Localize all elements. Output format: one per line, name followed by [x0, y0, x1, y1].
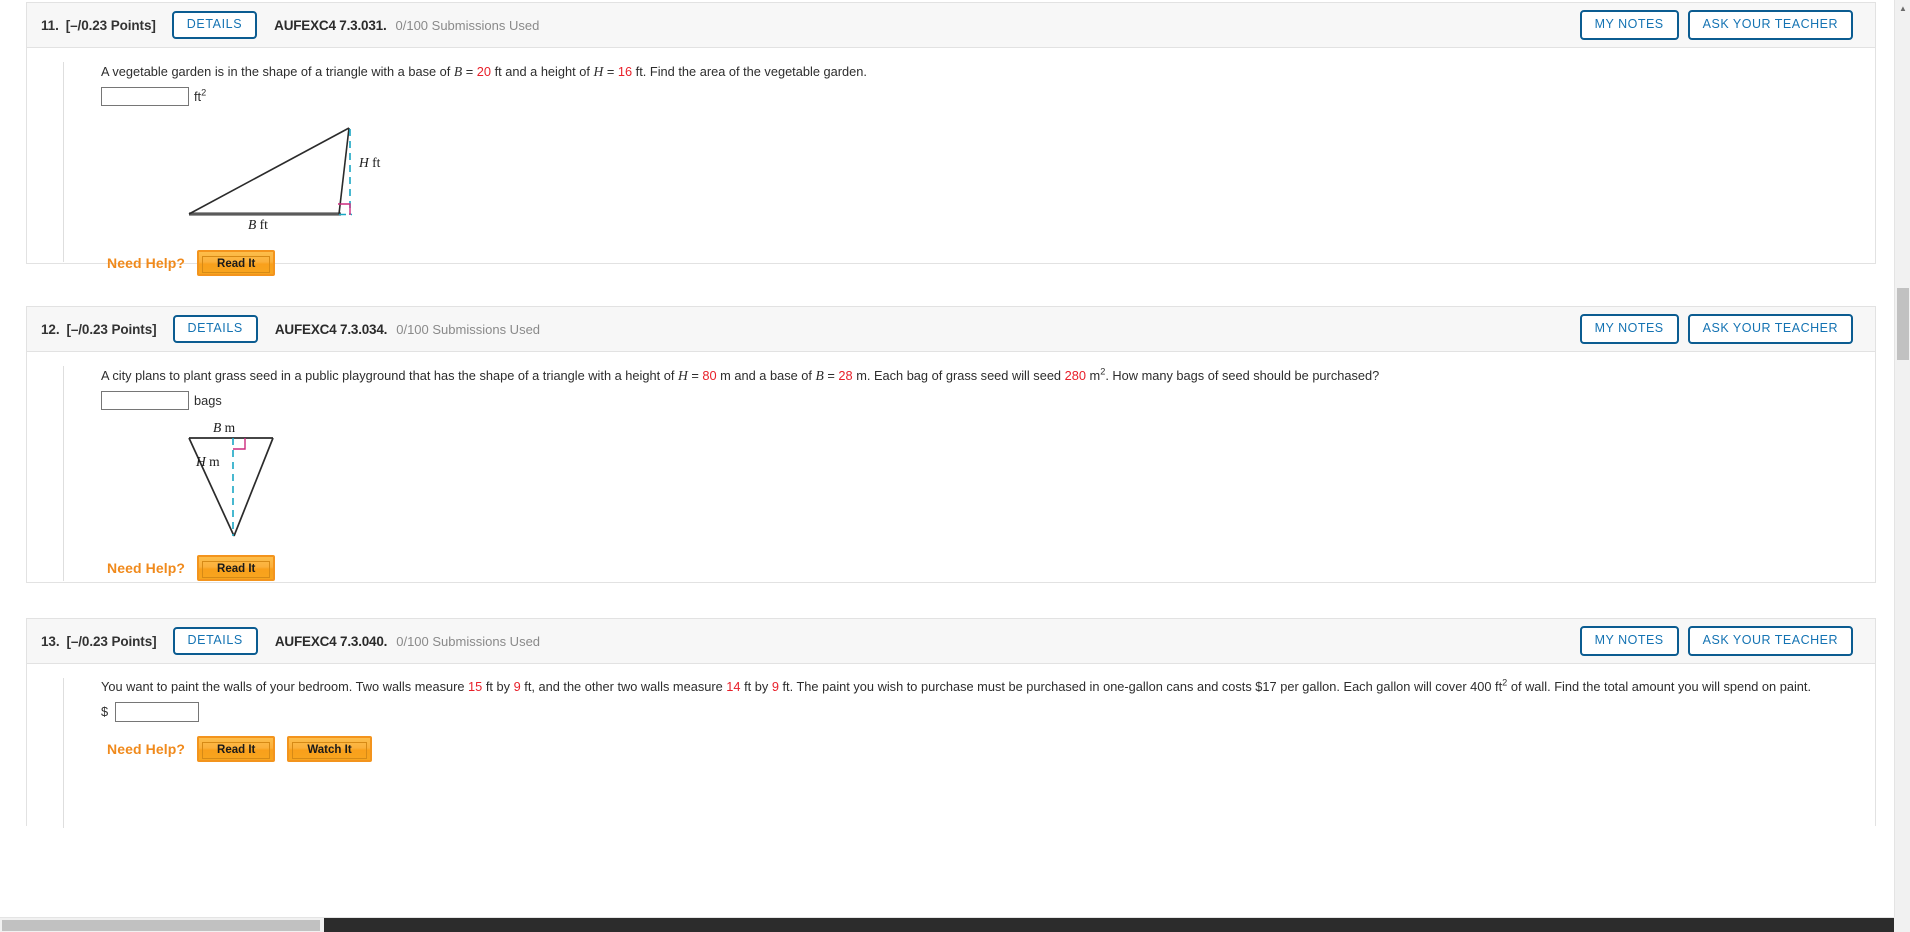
details-button[interactable]: DETAILS	[172, 315, 258, 343]
horizontal-scrollbar[interactable]	[0, 917, 1894, 932]
dollar-prefix: $	[101, 704, 109, 720]
read-it-button[interactable]: Read It	[197, 554, 276, 581]
answer-input[interactable]	[101, 86, 189, 106]
ask-your-teacher-button[interactable]: ASK YOUR TEACHER	[1687, 314, 1853, 344]
read-it-label: Read It	[202, 560, 271, 578]
question-inner-13: You want to paint the walls of your bedr…	[63, 678, 1875, 828]
problem-statement: A vegetable garden is in the shape of a …	[101, 64, 867, 79]
horizontal-scrollbar-thumb[interactable]	[2, 920, 320, 931]
watch-it-button[interactable]: Watch It	[287, 735, 372, 762]
submissions-used: 0/100 Submissions Used	[396, 633, 541, 649]
question-points: [–/0.23 Points]	[66, 321, 157, 337]
question-card-11: 11. [–/0.23 Points] DETAILS AUFEXC4 7.3.…	[26, 2, 1876, 276]
answer-unit: bags	[194, 392, 222, 408]
read-it-button[interactable]: Read It	[197, 249, 276, 276]
question-inner-12: A city plans to plant grass seed in a pu…	[63, 366, 1875, 581]
inverted-triangle-diagram-svg: B m H m	[188, 420, 274, 537]
figure-triangle-right-scalene: B ft H ft	[101, 116, 1875, 236]
answer-input[interactable]	[115, 701, 200, 722]
question-code: AUFEXC4 7.3.040.	[274, 633, 388, 649]
my-notes-button[interactable]: MY NOTES	[1579, 314, 1679, 344]
need-help-label: Need Help?	[107, 559, 186, 576]
question-header-12: 12. [–/0.23 Points] DETAILS AUFEXC4 7.3.…	[27, 307, 1875, 352]
page-root: 11. [–/0.23 Points] DETAILS AUFEXC4 7.3.…	[0, 0, 1910, 932]
svg-text:H m: H m	[195, 454, 220, 469]
need-help-row: Need Help? Read It	[101, 554, 1875, 581]
question-header-11: 11. [–/0.23 Points] DETAILS AUFEXC4 7.3.…	[27, 3, 1875, 48]
answer-row: $	[101, 701, 1875, 722]
problem-statement: You want to paint the walls of your bedr…	[101, 677, 1812, 694]
svg-text:B ft: B ft	[248, 217, 268, 231]
read-it-button[interactable]: Read It	[197, 735, 276, 762]
vertical-scrollbar[interactable]: ▲ ▼	[1894, 0, 1910, 932]
my-notes-button[interactable]: MY NOTES	[1579, 10, 1679, 40]
horizontal-scrollbar-track-remainder[interactable]	[324, 918, 1894, 932]
figure-triangle-inverted: B m H m	[101, 416, 1875, 549]
answer-unit: ft2	[194, 87, 207, 104]
header-actions: MY NOTES ASK YOUR TEACHER	[1579, 10, 1853, 40]
need-help-row: Need Help? Read It	[101, 249, 1875, 276]
question-number: 12.	[41, 321, 60, 337]
question-number: 13.	[41, 633, 60, 649]
triangle-diagram-svg: B ft H ft	[188, 126, 381, 232]
header-actions: MY NOTES ASK YOUR TEACHER	[1579, 314, 1853, 344]
ask-your-teacher-button[interactable]: ASK YOUR TEACHER	[1687, 10, 1853, 40]
scroll-up-arrow-icon[interactable]: ▲	[1895, 0, 1910, 16]
question-body-12: A city plans to plant grass seed in a pu…	[27, 352, 1875, 582]
question-inner-11: A vegetable garden is in the shape of a …	[63, 62, 1875, 276]
submissions-used: 0/100 Submissions Used	[396, 321, 541, 337]
question-points: [–/0.23 Points]	[66, 633, 157, 649]
vertical-scrollbar-thumb[interactable]	[1897, 288, 1909, 360]
my-notes-button[interactable]: MY NOTES	[1579, 626, 1679, 656]
details-button[interactable]: DETAILS	[171, 11, 258, 39]
need-help-label: Need Help?	[107, 740, 186, 757]
question-code: AUFEXC4 7.3.031.	[274, 17, 387, 33]
question-header-13: 13. [–/0.23 Points] DETAILS AUFEXC4 7.3.…	[27, 619, 1875, 664]
header-actions: MY NOTES ASK YOUR TEACHER	[1579, 626, 1853, 656]
details-button[interactable]: DETAILS	[172, 627, 258, 655]
question-code: AUFEXC4 7.3.034.	[274, 321, 388, 337]
answer-input[interactable]	[101, 390, 189, 410]
svg-text:H ft: H ft	[358, 155, 381, 170]
need-help-label: Need Help?	[107, 254, 186, 271]
question-number: 11.	[41, 17, 59, 33]
read-it-label: Read It	[202, 741, 271, 759]
watch-it-label: Watch It	[292, 741, 367, 759]
answer-row: bags	[101, 390, 1875, 410]
read-it-label: Read It	[202, 255, 271, 273]
question-points: [–/0.23 Points]	[65, 17, 156, 33]
question-card-13: 13. [–/0.23 Points] DETAILS AUFEXC4 7.3.…	[26, 618, 1876, 828]
assignment-scroll-area: 11. [–/0.23 Points] DETAILS AUFEXC4 7.3.…	[0, 0, 1894, 917]
answer-row: ft2	[101, 86, 1875, 106]
scrollbar-corner	[1894, 917, 1910, 932]
question-card-12: 12. [–/0.23 Points] DETAILS AUFEXC4 7.3.…	[26, 306, 1876, 583]
question-body-13: You want to paint the walls of your bedr…	[27, 664, 1875, 828]
svg-text:B m: B m	[213, 420, 236, 435]
question-body-11: A vegetable garden is in the shape of a …	[27, 48, 1875, 276]
problem-statement: A city plans to plant grass seed in a pu…	[101, 366, 1380, 383]
submissions-used: 0/100 Submissions Used	[395, 17, 540, 33]
need-help-row: Need Help? Read It Watch It	[101, 735, 1875, 762]
ask-your-teacher-button[interactable]: ASK YOUR TEACHER	[1687, 626, 1853, 656]
